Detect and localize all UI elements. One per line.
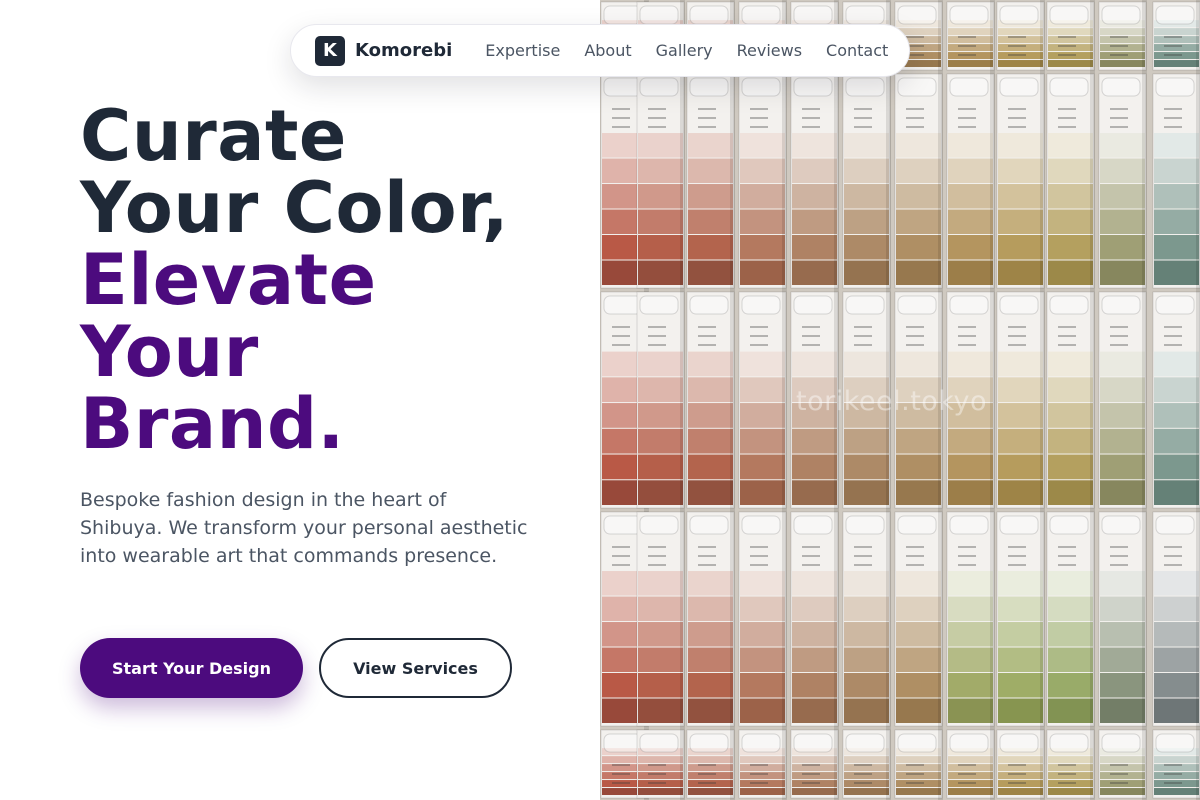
hero-headline: Curate Your Color, Elevate Your Brand.: [80, 100, 509, 460]
hero-image: torikeel.tokyo: [600, 0, 1200, 800]
headline-line-2: Your Color,: [80, 167, 509, 249]
paint-swatch-rack: [600, 0, 1200, 800]
nav-links: Expertise About Gallery Reviews Contact: [485, 41, 888, 60]
brand-logo[interactable]: K Komorebi: [315, 35, 453, 66]
brand-name: Komorebi: [355, 40, 453, 61]
headline-line-4: Your: [80, 311, 259, 393]
start-your-design-button[interactable]: Start Your Design: [80, 638, 303, 698]
headline-line-5: Brand.: [80, 383, 345, 465]
hero-description: Bespoke fashion design in the heart of S…: [80, 489, 528, 567]
headline-line-3: Elevate: [80, 239, 377, 321]
logo-mark-icon: K: [315, 35, 345, 66]
view-services-button[interactable]: View Services: [319, 638, 512, 698]
main-nav: K Komorebi Expertise About Gallery Revie…: [290, 24, 910, 77]
nav-link-gallery[interactable]: Gallery: [656, 41, 713, 60]
nav-link-reviews[interactable]: Reviews: [737, 41, 802, 60]
nav-link-expertise[interactable]: Expertise: [485, 41, 560, 60]
nav-link-contact[interactable]: Contact: [826, 41, 888, 60]
headline-line-1: Curate: [80, 95, 347, 177]
nav-link-about[interactable]: About: [584, 41, 631, 60]
